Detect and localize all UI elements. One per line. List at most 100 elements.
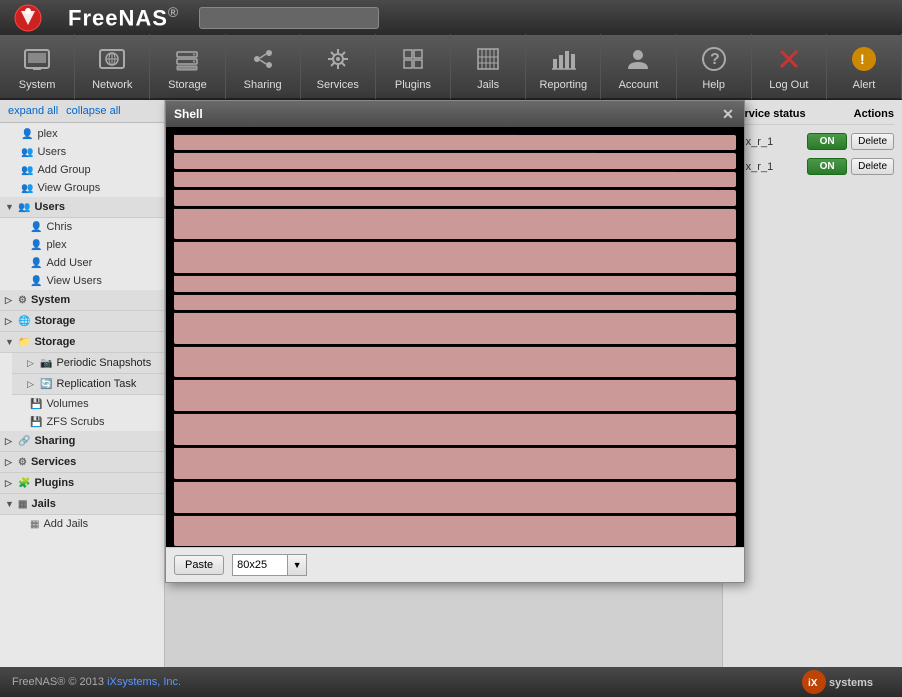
shell-terminal[interactable]: ████████████████████████████████████████… [166,127,744,547]
nav-item-plugins[interactable]: Plugins [376,34,451,99]
terminal-line: ████████████████████████████████████████… [174,380,736,411]
svg-text:iX: iX [808,678,818,689]
collapse-all-link[interactable]: collapse all [66,105,120,117]
sidebar-section-label: Sharing [34,435,75,447]
group-icon: 👥 [21,183,33,194]
nav-item-sharing[interactable]: Sharing [226,34,301,99]
sidebar-section-system[interactable]: ▷ ⚙ System [0,290,164,311]
expand-icon: ▷ [5,457,15,468]
sidebar-item-label: Chris [46,221,72,233]
shell-footer: Paste ▼ [166,547,744,582]
footer-company-link[interactable]: iXsystems, Inc. [107,676,181,688]
sidebar-item-plex[interactable]: 👤 plex [12,236,164,254]
sidebar-section-jails[interactable]: ▼ ▦ Jails [0,494,164,515]
nav-item-account[interactable]: Account [601,34,676,99]
sidebar-item-add-user[interactable]: 👤 Add User [12,254,164,272]
freenas-logo-icon [10,3,60,33]
nav-item-logout[interactable]: Log Out [752,34,827,99]
logo-area: FreeNAS® [10,3,179,33]
sidebar-item-volumes[interactable]: 💾 Volumes [12,395,164,413]
collapse-icon: ▼ [5,499,15,509]
system-section-icon: ⚙ [18,295,27,306]
nav-item-alert[interactable]: ! Alert [827,34,902,99]
sidebar-item-label: View Users [46,275,101,287]
expand-all-link[interactable]: expand all [8,105,58,117]
nav-item-system[interactable]: System [0,34,75,99]
sidebar-section-label: Plugins [34,477,74,489]
sidebar-item-label: Volumes [46,398,88,410]
sidebar-section-sharing[interactable]: ▷ 🔗 Sharing [0,431,164,452]
paste-button[interactable]: Paste [174,555,224,575]
sidebar-item-plex-user[interactable]: 👤 plex [0,125,164,143]
sidebar-section-label: Storage [34,315,75,327]
delete-button-1[interactable]: Delete [851,133,894,150]
sidebar-item-label: Add Jails [43,518,88,530]
ixsystems-logo-svg: iX systems [800,668,890,696]
group-icon: 👥 [21,165,33,176]
size-input[interactable] [232,554,287,576]
services-section-icon: ⚙ [18,457,27,468]
sidebar-item-replication-task[interactable]: ▷ 🔄 Replication Task [12,374,164,395]
trademark-symbol: ® [168,4,179,20]
sidebar-item-users-link[interactable]: 👥 Users [0,143,164,161]
user-add-icon: 👤 [30,258,42,269]
nav-item-network[interactable]: Network [75,34,150,99]
size-dropdown-button[interactable]: ▼ [287,554,307,576]
collapse-icon: ▼ [5,202,15,212]
actions-label: Actions [854,108,894,120]
sidebar-item-add-group[interactable]: 👥 Add Group [0,161,164,179]
sidebar-section-users[interactable]: ▼ 👥 Users [0,197,164,218]
nav-label-sharing: Sharing [244,79,282,91]
expand-icon: ▷ [5,478,15,489]
users-icon: 👥 [21,147,33,158]
svg-text:systems: systems [829,677,873,689]
terminal-line: ████████████████████████████████████████… [174,172,736,187]
users-section-icon: 👥 [18,202,30,213]
size-selector: ▼ [232,554,307,576]
nav-item-help[interactable]: ? Help [677,34,752,99]
terminal-line: ████████████████████████████████████████… [174,135,736,150]
system-icon [21,43,53,75]
nav-label-account: Account [619,79,659,91]
sidebar-section-plugins[interactable]: ▷ 🧩 Plugins [0,473,164,494]
sidebar: expand all collapse all 👤 plex 👥 Users 👥… [0,100,165,667]
shell-title-bar: Shell ✕ [166,101,744,127]
terminal-line: ████████████████████████████████████████… [174,414,736,445]
terminal-line: ████████████████████████████████████████… [174,209,736,240]
sidebar-section-storage[interactable]: ▼ 📁 Storage [0,332,164,353]
volumes-icon: 💾 [30,399,42,410]
plugins-icon [397,43,429,75]
nav-label-help: Help [702,79,725,91]
sidebar-item-chris[interactable]: 👤 Chris [12,218,164,236]
right-panel-header: Service status Actions [731,108,894,125]
nav-bar: System Network Storage [0,35,902,100]
nav-item-jails[interactable]: Jails [451,34,526,99]
expand-icon: ▷ [5,295,15,306]
sidebar-item-add-jails[interactable]: ▦ Add Jails [12,515,164,533]
service-toggle-1[interactable]: ON [807,133,847,150]
user-icon: 👤 [30,222,42,233]
delete-button-2[interactable]: Delete [851,158,894,175]
terminal-line: ████████████████████████████████████████… [174,347,736,378]
search-input[interactable] [199,7,379,29]
sidebar-item-view-groups[interactable]: 👥 View Groups [0,179,164,197]
nav-label-logout: Log Out [769,79,808,91]
terminal-line: ████████████████████████████████████████… [174,276,736,291]
sidebar-section-label: System [31,294,70,306]
service-toggle-2[interactable]: ON [807,158,847,175]
nav-item-storage[interactable]: Storage [150,34,225,99]
sidebar-section-network[interactable]: ▷ 🌐 Storage [0,311,164,332]
nav-item-reporting[interactable]: Reporting [526,34,601,99]
network-icon [96,43,128,75]
sidebar-item-label: Periodic Snapshots [56,357,151,369]
help-icon: ? [698,43,730,75]
sharing-icon [247,43,279,75]
sidebar-section-services[interactable]: ▷ ⚙ Services [0,452,164,473]
sidebar-item-zfs-scrubs[interactable]: 💾 ZFS Scrubs [12,413,164,431]
shell-close-button[interactable]: ✕ [720,106,736,122]
sidebar-item-view-users[interactable]: 👤 View Users [12,272,164,290]
nav-item-services[interactable]: Services [301,34,376,99]
storage-icon [171,43,203,75]
sidebar-item-periodic-snapshots[interactable]: ▷ 📷 Periodic Snapshots [12,353,164,374]
jails-subgroup: ▦ Add Jails [0,515,164,533]
